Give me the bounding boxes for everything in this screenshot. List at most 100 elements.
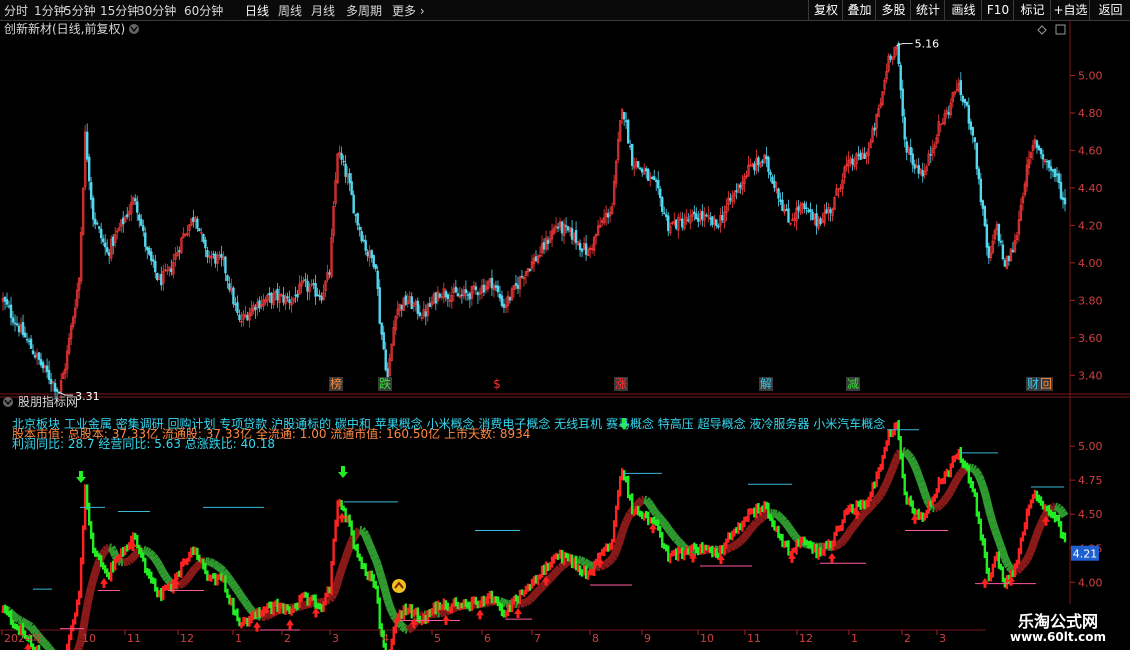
ma-ribbon-segment [980,491,991,502]
period-3[interactable]: 15分钟 [100,2,139,19]
candle-body [781,199,784,212]
candle-body [496,285,500,293]
candle-body [556,226,560,229]
candle-body [809,209,812,212]
ma-ribbon-segment [877,489,887,497]
period-9[interactable]: 多周期 [346,2,382,19]
period-1[interactable]: 1分钟 [34,2,66,19]
candle-body [767,156,770,172]
toolbar-button-4[interactable]: 画线 [944,0,982,20]
ma-ribbon-segment [755,516,764,524]
ma-ribbon-segment [438,609,443,618]
candle-body [735,190,738,193]
diamond-icon[interactable] [1037,25,1047,35]
ma-ribbon-segment [612,544,622,553]
candle-body [1001,244,1005,260]
indicator-collapse-icon[interactable] [3,397,13,407]
ma-ribbon-segment [388,609,398,618]
candle-body [765,155,768,160]
period-5[interactable]: 60分钟 [184,2,223,19]
time-label-11: 8 [592,632,599,645]
ma-ribbon-segment [993,533,1003,543]
candle-body [729,198,732,201]
toolbar-button-6[interactable]: 标记 [1013,0,1051,20]
collapse-icon[interactable] [129,24,139,34]
ma-ribbon-segment [839,536,848,545]
candle-body [709,217,712,220]
time-label-7: 4 [382,632,389,645]
period-10[interactable]: 更多 › [392,2,425,19]
ma-ribbon-segment [987,515,997,525]
ma-ribbon-segment [841,534,850,542]
chart-area[interactable]: 创新新材(日线,前复权) 股朋指标网 5.00 4.80 4.60 4.40 4.20 4.0… [0,20,1130,650]
ma-ribbon-segment [751,519,760,528]
maximize-icon[interactable] [1055,24,1066,35]
period-8[interactable]: 月线 [311,2,335,19]
ma-ribbon-segment [401,624,409,633]
ma-ribbon-segment [1029,538,1039,547]
ma-ribbon-segment [109,549,119,557]
ma-ribbon-segment [25,620,31,629]
ma-ribbon-segment [871,497,880,505]
ma-ribbon-segment [637,496,645,505]
ma-ribbon-segment [184,573,193,582]
candle-body [490,277,494,289]
ma-ribbon-segment [1027,544,1037,553]
candle-body [7,305,11,308]
toolbar-button-2[interactable]: 多股 [875,0,911,20]
ma-ribbon-segment [775,512,784,521]
ma-ribbon-segment [333,574,344,584]
candle-body [961,95,965,102]
candle-body [971,127,975,136]
ma-ribbon-segment [789,530,798,538]
candle-body [987,246,991,259]
indicator-bar [1063,532,1067,543]
period-6[interactable]: 日线 [245,2,269,19]
toolbar-button-3[interactable]: 统计 [910,0,945,20]
ma-ribbon-segment [527,594,535,603]
toolbar-button-8[interactable]: 返回 [1089,0,1130,20]
candle-body [564,225,568,227]
ma-ribbon-segment [396,621,405,629]
ma-ribbon-segment [337,562,348,571]
ma-ribbon-segment [399,622,407,631]
candle-body [580,248,584,252]
candle-body [985,224,989,248]
ma-ribbon-segment [737,536,746,545]
candle-body [198,228,201,232]
candle-body [859,152,862,160]
candle-body [460,294,464,297]
ma-ribbon-segment [81,605,92,619]
buy-arrow-icon [828,552,836,563]
ma-ribbon-segment [498,597,504,606]
ma-ribbon-segment [949,481,959,490]
candle-body [202,233,205,242]
ma-ribbon-segment [581,558,589,567]
candle-body [318,295,321,297]
period-2[interactable]: 5分钟 [64,2,96,19]
ind-y-tick-1: 4.75 [1078,474,1103,487]
candle-body [15,323,19,326]
ma-ribbon-segment [153,559,163,568]
toolbar-button-7[interactable]: +自选 [1050,0,1090,20]
toolbar-button-1[interactable]: 叠加 [842,0,876,20]
profit-info-text: 利润同比: 28.7 经营同比: 5.63 总涨跌比: 40.18 [12,436,275,451]
period-0[interactable]: 分时 [4,2,28,19]
ma-ribbon-segment [635,498,644,507]
ma-ribbon-segment [547,573,555,582]
candle-body [91,197,95,220]
candle-body [108,252,111,256]
toolbar-button-5[interactable]: F10 [981,0,1014,20]
candle-body [659,188,662,199]
period-7[interactable]: 周线 [278,2,302,19]
candle-body [1063,197,1067,205]
toolbar-button-0[interactable]: 复权 [808,0,843,20]
ma-ribbon-segment [845,528,854,536]
candle-body [304,279,307,281]
candle-body [17,325,21,333]
ma-ribbon-segment [151,556,161,565]
ma-ribbon-segment [1037,518,1047,526]
period-4[interactable]: 30分钟 [137,2,176,19]
ma-ribbon-segment [12,613,20,622]
ma-ribbon-segment [733,539,741,548]
